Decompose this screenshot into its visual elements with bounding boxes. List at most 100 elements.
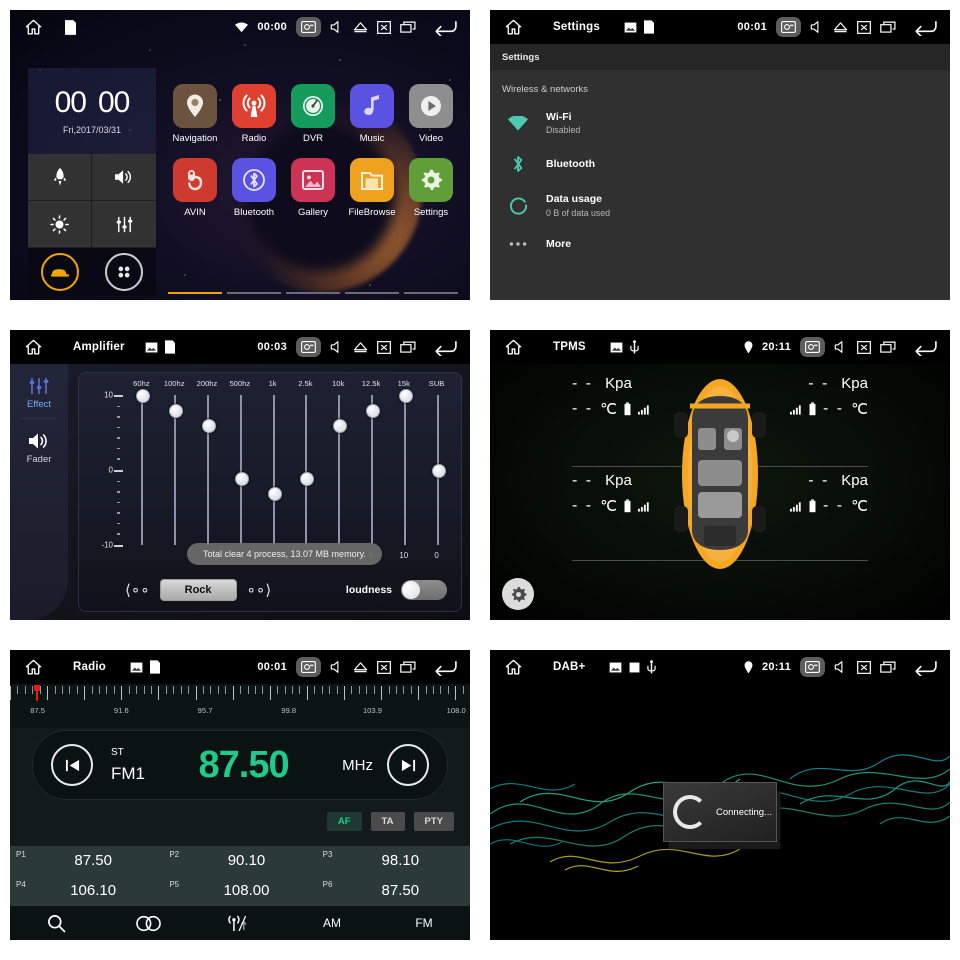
clock-widget[interactable]: 00 00 Fri,2017/03/31	[28, 68, 156, 154]
rds-pty-button[interactable]: PTY	[413, 812, 454, 831]
camera-icon[interactable]	[800, 657, 825, 677]
camera-icon[interactable]	[296, 657, 321, 677]
eq-slider-thumb[interactable]	[267, 486, 282, 501]
home-icon[interactable]	[504, 658, 523, 677]
camera-icon[interactable]	[776, 17, 801, 37]
eq-slider-thumb[interactable]	[398, 389, 413, 403]
eq-slider-track[interactable]	[272, 395, 275, 545]
eject-icon[interactable]	[353, 661, 368, 673]
recent-apps-icon[interactable]	[880, 661, 896, 673]
fm-button[interactable]: FM	[378, 916, 470, 930]
eq-slider-thumb[interactable]	[366, 404, 380, 418]
preset-p3[interactable]: P3 98.10	[316, 846, 470, 876]
loudness-control[interactable]: loudness	[346, 580, 447, 600]
eq-slider-track[interactable]	[403, 395, 406, 545]
page-dot[interactable]	[345, 292, 399, 294]
eject-icon[interactable]	[353, 21, 368, 33]
next-station-button[interactable]	[387, 744, 429, 786]
app-video[interactable]: Video	[404, 84, 458, 144]
page-dot[interactable]	[227, 292, 281, 294]
equalizer-sliders[interactable]	[125, 389, 453, 545]
recent-apps-icon[interactable]	[400, 341, 416, 353]
recent-apps-icon[interactable]	[400, 21, 416, 33]
app-navigation[interactable]: Navigation	[168, 84, 222, 144]
preset-p1[interactable]: P1 87.50	[10, 846, 164, 876]
car-button[interactable]	[41, 253, 79, 291]
eject-icon[interactable]	[353, 341, 368, 353]
page-indicator[interactable]	[168, 292, 460, 294]
home-icon[interactable]	[24, 658, 43, 677]
all-apps-button[interactable]	[105, 253, 143, 291]
mute-icon[interactable]	[834, 340, 848, 354]
app-avin[interactable]: AVIN	[168, 158, 222, 218]
page-dot-active[interactable]	[168, 292, 222, 294]
back-icon[interactable]	[433, 659, 458, 676]
app-settings[interactable]: Settings	[404, 158, 458, 218]
shortcut-equalizer[interactable]	[92, 201, 156, 248]
stereo-button[interactable]	[102, 915, 194, 932]
eq-slider-thumb[interactable]	[234, 471, 249, 486]
back-icon[interactable]	[913, 19, 938, 36]
back-icon[interactable]	[433, 19, 458, 36]
prev-station-button[interactable]	[51, 744, 93, 786]
home-icon[interactable]	[24, 18, 43, 37]
back-icon[interactable]	[913, 659, 938, 676]
home-icon[interactable]	[504, 338, 523, 357]
tpms-settings-button[interactable]	[502, 578, 534, 610]
eq-slider-track[interactable]	[239, 395, 242, 545]
settings-row-data-usage[interactable]: Data usage 0 B of data used	[490, 183, 950, 227]
recent-apps-icon[interactable]	[400, 661, 416, 673]
eq-slider-thumb[interactable]	[136, 389, 151, 403]
preset-p5[interactable]: P5 108.00	[163, 876, 317, 906]
shortcut-volume[interactable]	[92, 154, 156, 201]
app-filebrowse[interactable]: FileBrowse	[345, 158, 399, 218]
home-icon[interactable]	[24, 338, 43, 357]
screenoff-icon[interactable]	[857, 20, 871, 34]
eq-slider-thumb[interactable]	[202, 419, 216, 433]
shortcut-brightness[interactable]	[28, 201, 92, 248]
eq-slider-track[interactable]	[338, 395, 341, 545]
preset-p2[interactable]: P2 90.10	[163, 846, 317, 876]
eq-slider-thumb[interactable]	[300, 471, 315, 486]
mute-icon[interactable]	[834, 660, 848, 674]
eject-icon[interactable]	[833, 21, 848, 33]
screenoff-icon[interactable]	[857, 340, 871, 354]
mute-icon[interactable]	[810, 20, 824, 34]
app-radio[interactable]: Radio	[227, 84, 281, 144]
app-gallery[interactable]: Gallery	[286, 158, 340, 218]
loudness-toggle[interactable]	[401, 580, 447, 600]
camera-icon[interactable]	[296, 17, 321, 37]
screenoff-icon[interactable]	[377, 20, 391, 34]
home-icon[interactable]	[504, 18, 523, 37]
settings-row-more[interactable]: More	[490, 228, 950, 260]
rds-af-button[interactable]: AF	[326, 812, 362, 831]
prev-preset-arrow[interactable]: ⟨∘∘	[125, 581, 150, 599]
recent-apps-icon[interactable]	[880, 21, 896, 33]
app-dvr[interactable]: DVR	[286, 84, 340, 144]
back-icon[interactable]	[433, 339, 458, 356]
shortcut-rocket[interactable]	[28, 154, 92, 201]
app-bluetooth[interactable]: Bluetooth	[227, 158, 281, 218]
back-icon[interactable]	[913, 339, 938, 356]
page-dot[interactable]	[286, 292, 340, 294]
local-dx-button[interactable]	[194, 914, 286, 933]
eq-slider-thumb[interactable]	[431, 464, 446, 478]
eq-slider-thumb[interactable]	[169, 404, 184, 418]
preset-button[interactable]: Rock	[159, 579, 237, 601]
eq-slider-track[interactable]	[207, 395, 209, 545]
eq-slider-track[interactable]	[141, 395, 144, 545]
next-preset-arrow[interactable]: ∘∘⟩	[247, 581, 272, 599]
scan-button[interactable]	[10, 914, 102, 933]
screenoff-icon[interactable]	[857, 660, 871, 674]
mute-icon[interactable]	[330, 340, 344, 354]
screenoff-icon[interactable]	[377, 340, 391, 354]
screenoff-icon[interactable]	[377, 660, 391, 674]
radio-frequency-scale[interactable]: 87.5 91.6 95.7 99.8 103.9 108.0	[10, 684, 470, 728]
eq-slider-thumb[interactable]	[333, 419, 348, 433]
page-dot[interactable]	[404, 292, 458, 294]
app-music[interactable]: Music	[345, 84, 399, 144]
preset-p6[interactable]: P6 87.50	[316, 876, 470, 906]
sidebar-item-fader[interactable]: Fader	[10, 431, 68, 465]
settings-row-wifi[interactable]: Wi-Fi Disabled	[490, 101, 950, 145]
settings-row-bluetooth[interactable]: Bluetooth	[490, 145, 950, 183]
